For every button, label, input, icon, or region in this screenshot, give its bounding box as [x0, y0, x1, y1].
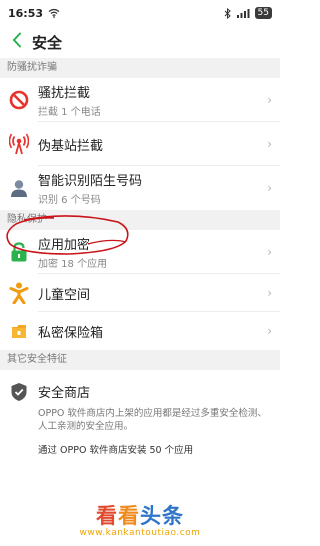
chevron-right-icon: ›: [267, 181, 272, 195]
lock-icon: [8, 241, 30, 263]
watermark-url: www.kankantoutiao.com: [79, 528, 201, 538]
signal-tower-icon: [8, 133, 30, 155]
fake-station-block-label: 伪基站拦截: [38, 138, 104, 154]
chevron-right-icon: ›: [267, 245, 272, 259]
chevron-right-icon: ›: [267, 93, 272, 107]
harassment-block-sub: 拦截 1 个电话: [38, 107, 101, 118]
chevron-right-icon: ›: [267, 137, 272, 151]
secure-store-label: 安全商店: [38, 386, 91, 401]
app-lock-sub: 加密 18 个应用: [38, 259, 108, 270]
number-identify-sub: 识别 6 个号码: [38, 195, 101, 206]
section-title-anti-fraud: 防骚扰诈骗: [0, 58, 280, 78]
section-title-privacy: 隐私保护: [0, 210, 280, 230]
secure-store-block: 安全商店 OPPO 软件商店内上架的应用都是经过多重安全检测、人工亲测的安全应用…: [0, 370, 280, 466]
block-icon: [8, 89, 30, 111]
watermark: 看看头条 www.kankantoutiao.com: [0, 500, 280, 538]
kids-space-label: 儿童空间: [38, 287, 91, 303]
back-arrow-icon[interactable]: [6, 32, 28, 53]
fake-station-block-item[interactable]: 伪基站拦截 ›: [0, 122, 280, 166]
number-identify-label: 智能识别陌生号码: [38, 174, 143, 189]
kids-space-item[interactable]: 儿童空间 ›: [0, 274, 280, 312]
watermark-logo: 看看头条: [96, 504, 184, 528]
harassment-block-item[interactable]: 骚扰拦截 拦截 1 个电话 ›: [0, 78, 280, 122]
status-bar: 16:53 55: [0, 0, 280, 26]
safe-box-icon: [8, 320, 30, 342]
secure-store-description: OPPO 软件商店内上架的应用都是经过多重安全检测、人工亲测的安全应用。: [38, 408, 267, 432]
signal-icon: [236, 9, 250, 18]
safe-box-label: 私密保险箱: [38, 325, 104, 341]
child-icon: [8, 282, 30, 304]
harassment-block-label: 骚扰拦截: [38, 86, 91, 101]
person-icon: [8, 177, 30, 199]
chevron-right-icon: ›: [267, 286, 272, 300]
bluetooth-icon: [224, 7, 231, 19]
secure-store-install-count: 通过 OPPO 软件商店安装 50 个应用: [38, 445, 194, 456]
number-identify-item[interactable]: 智能识别陌生号码 识别 6 个号码 ›: [0, 166, 280, 210]
section-title-other: 其它安全特征: [0, 350, 280, 370]
shield-check-icon: [10, 382, 28, 402]
app-lock-label: 应用加密: [38, 238, 91, 253]
safe-box-item[interactable]: 私密保险箱 ›: [0, 312, 280, 350]
status-time: 16:53: [8, 6, 44, 20]
page-title: 安全: [32, 33, 63, 52]
chevron-right-icon: ›: [267, 324, 272, 338]
app-header: 安全: [0, 26, 280, 58]
app-lock-item[interactable]: 应用加密 加密 18 个应用 ›: [0, 230, 280, 274]
battery-level: 55: [254, 7, 272, 19]
wifi-icon: [48, 8, 60, 18]
